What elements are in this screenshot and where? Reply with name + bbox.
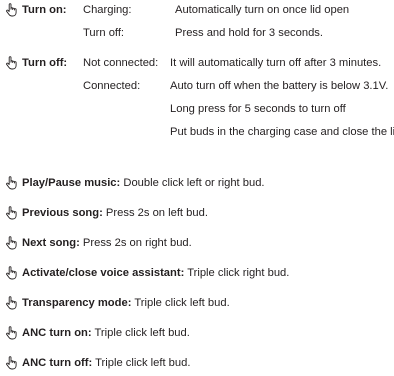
control-label: ANC turn off: bbox=[22, 357, 93, 369]
control-label: Activate/close voice assistant: bbox=[22, 267, 185, 279]
pointing-hand-icon bbox=[5, 56, 18, 70]
condition-not-connected: Not connected: bbox=[83, 57, 159, 69]
control-tip: Play/Pause music: Double click left or r… bbox=[22, 177, 265, 189]
control-tip: ANC turn off: Triple click left bud. bbox=[22, 357, 190, 369]
control-label: Next song: bbox=[22, 237, 80, 249]
pointing-hand-icon bbox=[5, 206, 18, 220]
turn-on-heading: Turn on: bbox=[22, 4, 67, 16]
control-tip: ANC turn on: Triple click left bud. bbox=[22, 327, 190, 339]
pointing-hand-icon bbox=[5, 3, 18, 17]
action-charging: Automatically turn on once lid open bbox=[175, 4, 350, 16]
action-charging-case: Put buds in the charging case and close … bbox=[170, 126, 394, 138]
condition-charging: Charging: bbox=[83, 4, 132, 16]
control-label: Play/Pause music: bbox=[22, 177, 121, 189]
control-tip: Transparency mode: Triple click left bud… bbox=[22, 297, 230, 309]
control-text: Press 2s on left bud. bbox=[102, 207, 208, 219]
pointing-hand-icon bbox=[5, 296, 18, 310]
turn-off-heading: Turn off: bbox=[22, 57, 68, 69]
condition-connected: Connected: bbox=[83, 80, 141, 92]
control-label: ANC turn on: bbox=[22, 327, 92, 339]
control-text: Press 2s on right bud. bbox=[79, 237, 192, 249]
action-connected: Auto turn off when the battery is below … bbox=[170, 80, 389, 92]
control-label: Previous song: bbox=[22, 207, 103, 219]
control-label: Transparency mode: bbox=[22, 297, 132, 309]
control-tip: Activate/close voice assistant: Triple c… bbox=[22, 267, 289, 279]
pointing-hand-icon bbox=[5, 266, 18, 280]
action-not-connected: It will automatically turn off after 3 m… bbox=[170, 57, 382, 69]
pointing-hand-icon bbox=[5, 236, 18, 250]
control-text: Triple click left bud. bbox=[92, 357, 191, 369]
control-text: Triple click right bud. bbox=[184, 267, 290, 279]
action-turn-off: Press and hold for 3 seconds. bbox=[175, 27, 324, 39]
pointing-hand-icon bbox=[5, 356, 18, 370]
control-text: Triple click left bud. bbox=[91, 327, 190, 339]
control-tip: Next song: Press 2s on right bud. bbox=[22, 237, 192, 249]
condition-turn-off: Turn off: bbox=[83, 27, 125, 39]
pointing-hand-icon bbox=[5, 176, 18, 190]
control-text: Double click left or right bud. bbox=[120, 177, 265, 189]
control-tip: Previous song: Press 2s on left bud. bbox=[22, 207, 208, 219]
control-text: Triple click left bud. bbox=[131, 297, 230, 309]
pointing-hand-icon bbox=[5, 326, 18, 340]
action-long-press: Long press for 5 seconds to turn off bbox=[170, 103, 346, 115]
